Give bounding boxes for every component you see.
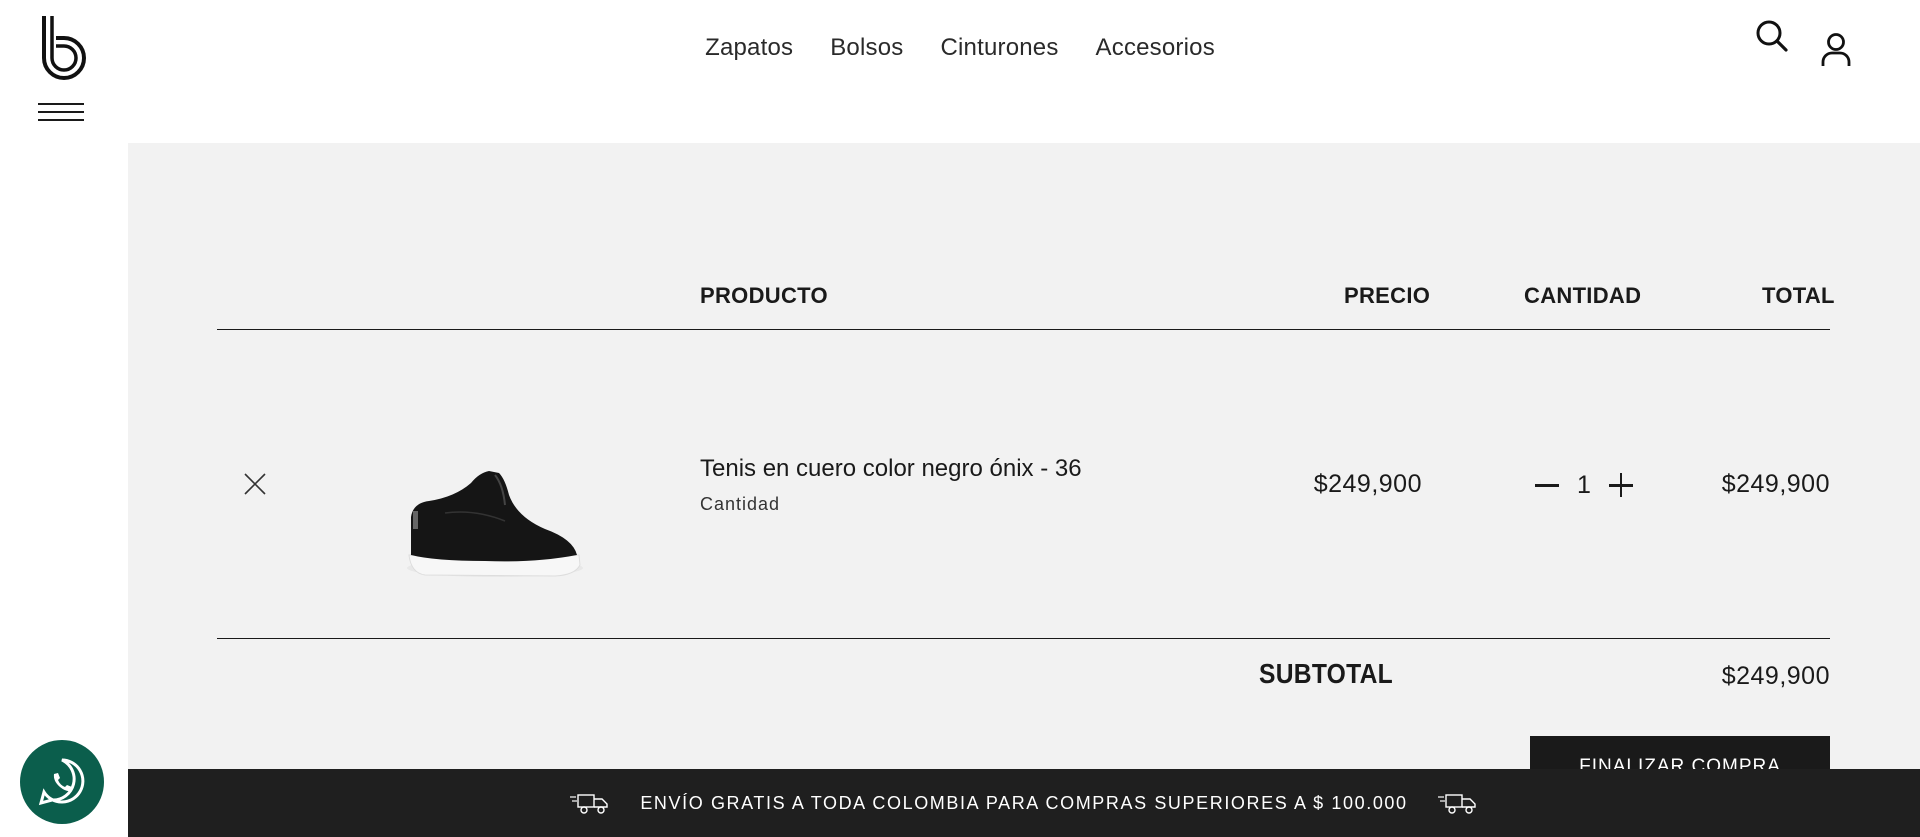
item-price: $249,900 xyxy=(1313,470,1422,498)
whatsapp-button[interactable] xyxy=(20,740,104,824)
subtotal-value: $249,900 xyxy=(1721,662,1830,690)
product-name[interactable]: Tenis en cuero color negro ónix - 36 xyxy=(700,455,1082,483)
product-image[interactable] xyxy=(405,455,585,585)
quantity-value[interactable]: 1 xyxy=(1577,471,1591,500)
quantity-stepper: 1 xyxy=(1534,468,1634,502)
subtotal-label: SUBTOTAL xyxy=(1259,658,1393,689)
product-quantity-label: Cantidad xyxy=(700,494,781,514)
row-divider xyxy=(217,638,1830,639)
truck-icon xyxy=(570,794,609,814)
header-divider xyxy=(217,329,1830,330)
shipping-text: ENVÍO GRATIS A TODA COLOMBIA PARA COMPRA… xyxy=(640,792,1408,813)
main-menu: Zapatos Bolsos Cinturones Accesorios xyxy=(0,34,1920,62)
header-product: PRODUCTO xyxy=(700,283,828,308)
nav-accesorios[interactable]: Accesorios xyxy=(1096,34,1215,62)
minus-icon[interactable] xyxy=(1534,472,1560,498)
header-quantity: CANTIDAD xyxy=(1524,283,1642,308)
whatsapp-icon xyxy=(38,758,85,806)
item-total: $249,900 xyxy=(1721,470,1830,498)
close-icon[interactable] xyxy=(243,472,267,496)
nav-bolsos[interactable]: Bolsos xyxy=(830,34,903,62)
cart-panel xyxy=(128,143,1920,837)
header-price: PRECIO xyxy=(1344,283,1431,308)
search-icon[interactable] xyxy=(1754,18,1790,54)
header-total: TOTAL xyxy=(1762,283,1835,308)
top-nav: Zapatos Bolsos Cinturones Accesorios xyxy=(0,0,1920,142)
truck-icon xyxy=(1437,794,1476,814)
user-icon[interactable] xyxy=(1820,32,1852,68)
nav-cinturones[interactable]: Cinturones xyxy=(940,34,1058,62)
shipping-banner: ENVÍO GRATIS A TODA COLOMBIA PARA COMPRA… xyxy=(128,769,1920,837)
nav-zapatos[interactable]: Zapatos xyxy=(705,34,793,62)
plus-icon[interactable] xyxy=(1608,472,1634,498)
